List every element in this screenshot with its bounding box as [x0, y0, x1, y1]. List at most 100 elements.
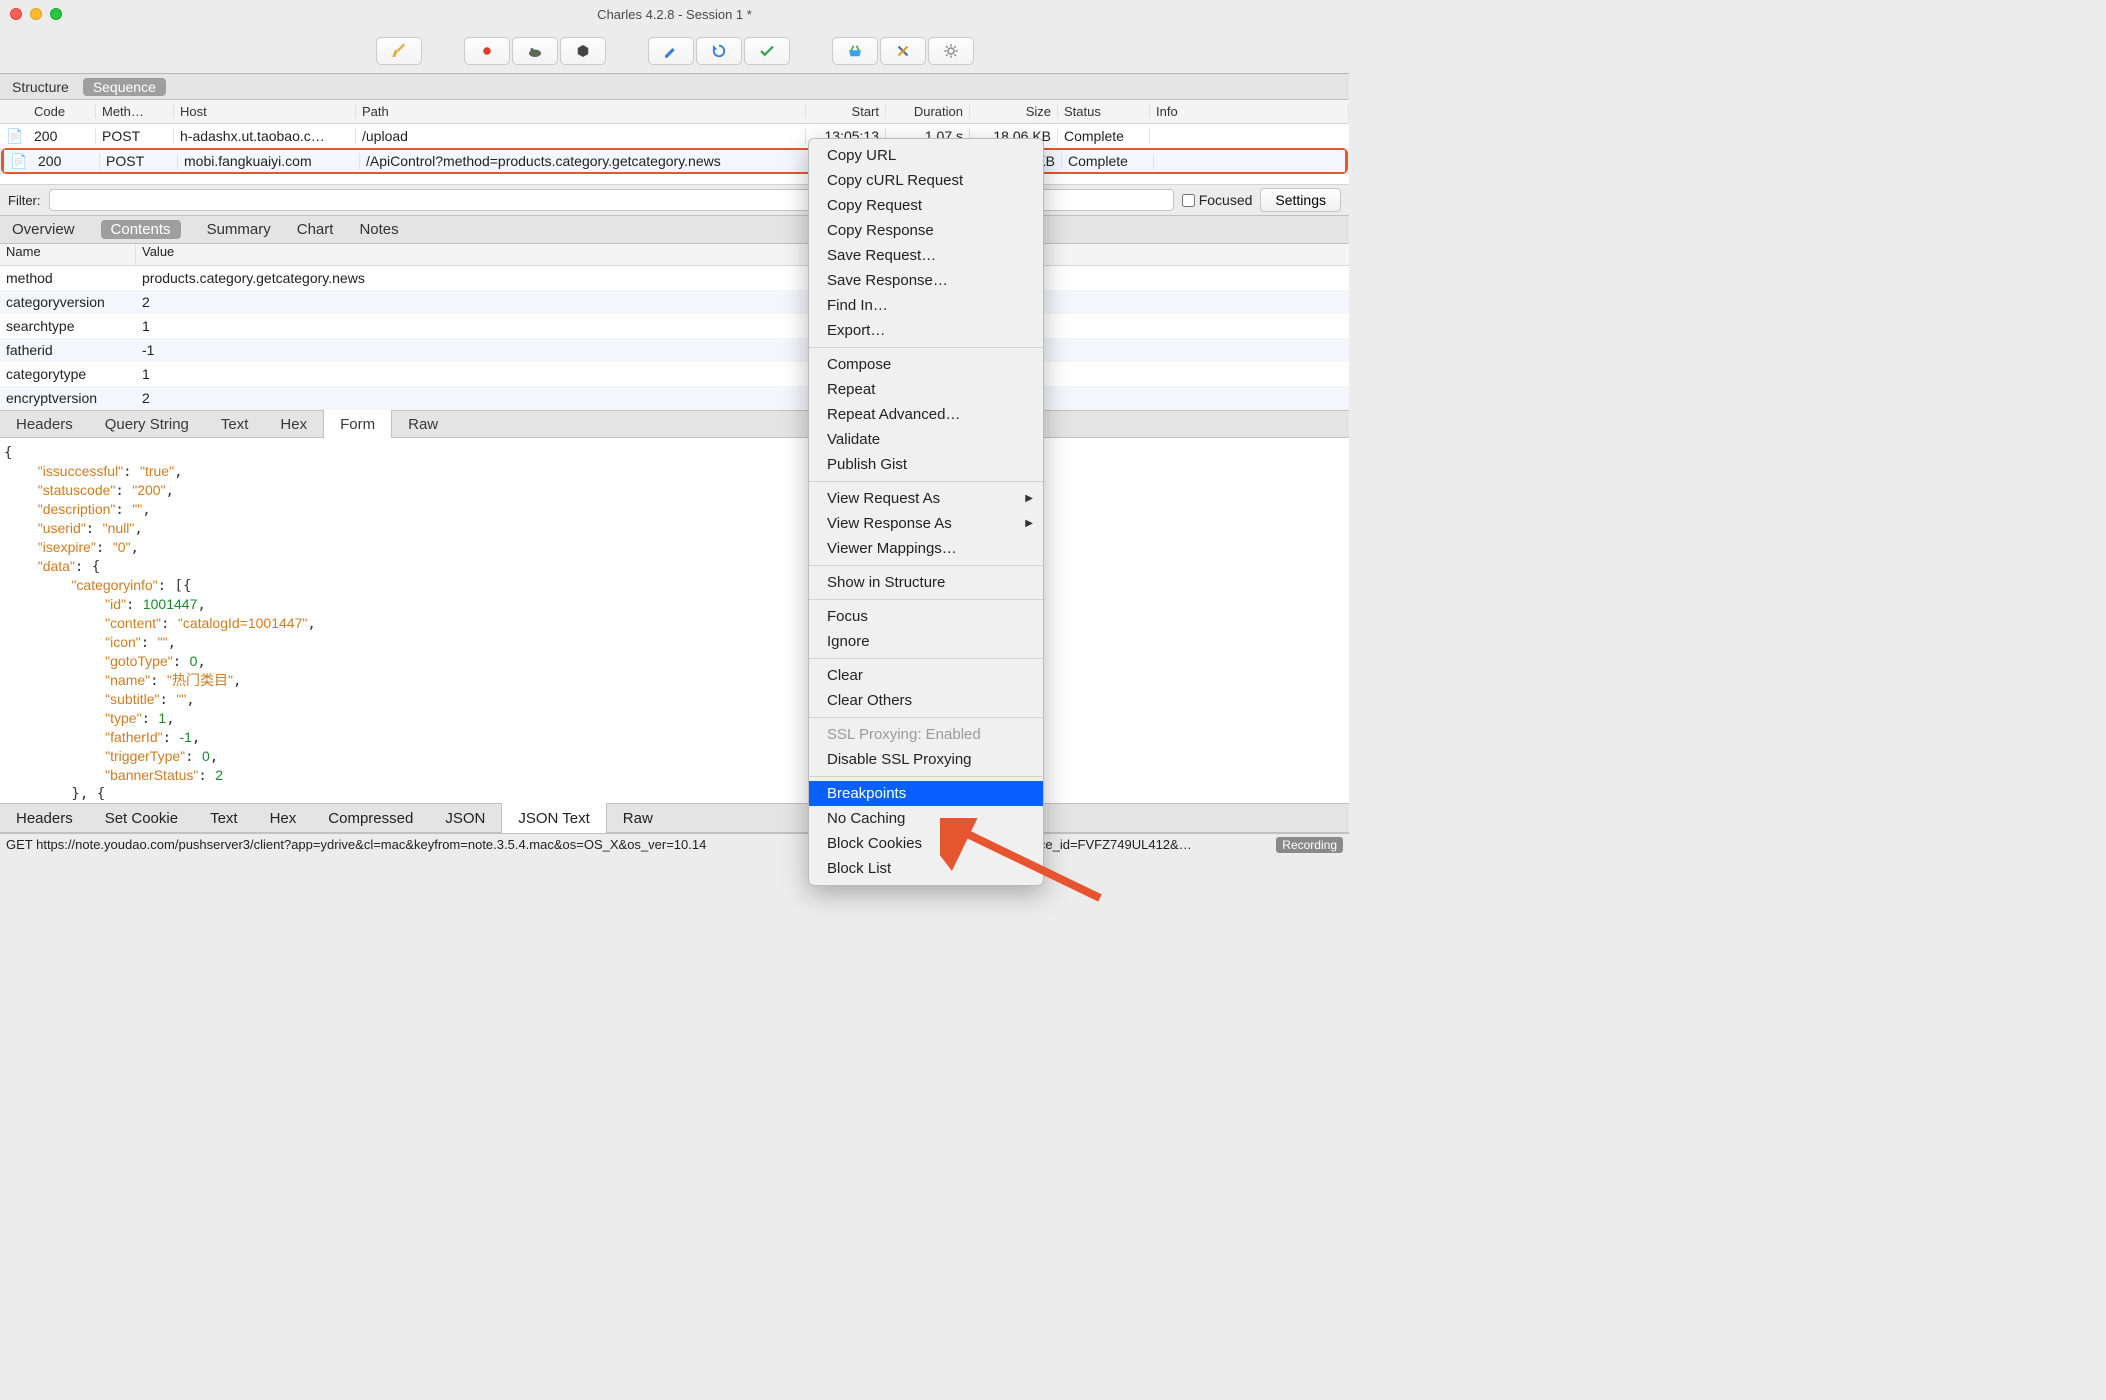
- ctx-export-[interactable]: Export…: [809, 318, 1043, 343]
- ctx-no-caching[interactable]: No Caching: [809, 806, 1043, 831]
- throttle-button[interactable]: [512, 37, 558, 65]
- ctx-block-list[interactable]: Block List: [809, 856, 1043, 881]
- nv-row[interactable]: categoryversion2: [0, 290, 1349, 314]
- col-info[interactable]: Info: [1150, 104, 1349, 119]
- detail-tabs: Overview Contents Summary Chart Notes: [0, 216, 1349, 244]
- ctx-find-in-[interactable]: Find In…: [809, 293, 1043, 318]
- ctx-viewer-mappings-[interactable]: Viewer Mappings…: [809, 536, 1043, 561]
- col-value[interactable]: Value: [136, 244, 1349, 265]
- tab-hex[interactable]: Hex: [264, 416, 323, 433]
- tab-overview[interactable]: Overview: [12, 221, 75, 238]
- minimize-icon[interactable]: [30, 8, 42, 20]
- col-path[interactable]: Path: [356, 104, 806, 119]
- nv-row[interactable]: searchtype1: [0, 314, 1349, 338]
- tab-resp-raw[interactable]: Raw: [607, 810, 669, 827]
- tab-resp-text[interactable]: Text: [194, 810, 254, 827]
- tab-resp-setcookie[interactable]: Set Cookie: [89, 810, 194, 827]
- window-title: Charles 4.2.8 - Session 1 *: [597, 7, 752, 22]
- ctx-copy-url[interactable]: Copy URL: [809, 143, 1043, 168]
- close-icon[interactable]: [10, 8, 22, 20]
- tab-query[interactable]: Query String: [89, 416, 205, 433]
- ctx-repeat-advanced-[interactable]: Repeat Advanced…: [809, 402, 1043, 427]
- tab-notes[interactable]: Notes: [359, 221, 398, 238]
- doc-icon: 📄: [4, 153, 32, 170]
- ctx-focus[interactable]: Focus: [809, 604, 1043, 629]
- tab-contents[interactable]: Contents: [101, 220, 181, 239]
- ctx-validate[interactable]: Validate: [809, 427, 1043, 452]
- col-status[interactable]: Status: [1058, 104, 1150, 119]
- nv-row[interactable]: categorytype1: [0, 362, 1349, 386]
- ctx-clear-others[interactable]: Clear Others: [809, 688, 1043, 713]
- settings-button[interactable]: Settings: [1260, 188, 1341, 212]
- tab-sequence[interactable]: Sequence: [83, 78, 166, 96]
- zoom-icon[interactable]: [50, 8, 62, 20]
- broom-button[interactable]: [376, 37, 422, 65]
- ctx-view-response-as[interactable]: View Response As: [809, 511, 1043, 536]
- repeat-button[interactable]: [696, 37, 742, 65]
- col-name[interactable]: Name: [0, 244, 136, 265]
- ctx-ignore[interactable]: Ignore: [809, 629, 1043, 654]
- filter-label: Filter:: [8, 193, 41, 208]
- tab-chart[interactable]: Chart: [297, 221, 334, 238]
- tab-text[interactable]: Text: [205, 416, 265, 433]
- context-menu: Copy URLCopy cURL RequestCopy RequestCop…: [808, 138, 1044, 886]
- nv-table[interactable]: methodproducts.category.getcategory.news…: [0, 266, 1349, 410]
- tab-structure[interactable]: Structure: [12, 79, 69, 95]
- ctx-publish-gist[interactable]: Publish Gist: [809, 452, 1043, 477]
- tab-headers[interactable]: Headers: [0, 416, 89, 433]
- ctx-show-in-structure[interactable]: Show in Structure: [809, 570, 1043, 595]
- tools-basket-button[interactable]: [832, 37, 878, 65]
- tab-resp-hex[interactable]: Hex: [254, 810, 313, 827]
- ctx-disable-ssl-proxying[interactable]: Disable SSL Proxying: [809, 747, 1043, 772]
- col-duration[interactable]: Duration: [886, 104, 970, 119]
- tab-resp-compressed[interactable]: Compressed: [312, 810, 429, 827]
- table-row[interactable]: 📄 200 POST mobi.fangkuaiyi.com /ApiContr…: [4, 150, 1345, 172]
- status-bar: GET https://note.youdao.com/pushserver3/…: [0, 833, 1349, 855]
- ctx-repeat[interactable]: Repeat: [809, 377, 1043, 402]
- ctx-breakpoints[interactable]: Breakpoints: [809, 781, 1043, 806]
- ctx-clear[interactable]: Clear: [809, 663, 1043, 688]
- ctx-compose[interactable]: Compose: [809, 352, 1043, 377]
- settings-button[interactable]: [928, 37, 974, 65]
- session-table-header: Code Meth… Host Path Start Duration Size…: [0, 100, 1349, 124]
- breakpoint-button[interactable]: [560, 37, 606, 65]
- doc-icon: 📄: [0, 128, 28, 145]
- tab-summary[interactable]: Summary: [207, 221, 271, 238]
- nv-row[interactable]: methodproducts.category.getcategory.news: [0, 266, 1349, 290]
- record-button[interactable]: [464, 37, 510, 65]
- ctx-save-request-[interactable]: Save Request…: [809, 243, 1043, 268]
- nv-row[interactable]: encryptversion2: [0, 386, 1349, 410]
- col-code[interactable]: Code: [28, 104, 96, 119]
- tab-form[interactable]: Form: [323, 410, 392, 438]
- col-host[interactable]: Host: [174, 104, 356, 119]
- col-method[interactable]: Meth…: [96, 104, 174, 119]
- tab-resp-headers[interactable]: Headers: [0, 810, 89, 827]
- col-size[interactable]: Size: [970, 104, 1058, 119]
- ctx-view-request-as[interactable]: View Request As: [809, 486, 1043, 511]
- col-start[interactable]: Start: [806, 104, 886, 119]
- status-url: GET https://note.youdao.com/pushserver3/…: [6, 837, 1276, 852]
- focused-checkbox[interactable]: Focused: [1182, 192, 1253, 208]
- highlighted-row-annotation: 📄 200 POST mobi.fangkuaiyi.com /ApiContr…: [1, 148, 1348, 174]
- request-format-tabs: Headers Query String Text Hex Form Raw: [0, 410, 1349, 438]
- recording-badge[interactable]: Recording: [1276, 837, 1343, 853]
- ctx-copy-response[interactable]: Copy Response: [809, 218, 1043, 243]
- json-text-pane[interactable]: { "issuccessful": "true", "statuscode": …: [0, 438, 1349, 803]
- tab-resp-jsontext[interactable]: JSON Text: [501, 803, 606, 833]
- ctx-copy-curl-request[interactable]: Copy cURL Request: [809, 168, 1043, 193]
- tab-resp-json[interactable]: JSON: [429, 810, 501, 827]
- view-tabs: Structure Sequence: [0, 74, 1349, 100]
- ctx-block-cookies[interactable]: Block Cookies: [809, 831, 1043, 856]
- compose-button[interactable]: [648, 37, 694, 65]
- filter-bar: Filter: Focused Settings: [0, 184, 1349, 216]
- nv-header: Name Value: [0, 244, 1349, 266]
- response-format-tabs: Headers Set Cookie Text Hex Compressed J…: [0, 803, 1349, 833]
- tools-wrench-button[interactable]: [880, 37, 926, 65]
- ctx-save-response-[interactable]: Save Response…: [809, 268, 1043, 293]
- ctx-copy-request[interactable]: Copy Request: [809, 193, 1043, 218]
- table-row[interactable]: 📄 200 POST h-adashx.ut.taobao.c… /upload…: [0, 124, 1349, 148]
- validate-button[interactable]: [744, 37, 790, 65]
- titlebar: Charles 4.2.8 - Session 1 *: [0, 0, 1349, 28]
- tab-raw[interactable]: Raw: [392, 416, 454, 433]
- nv-row[interactable]: fatherid-1: [0, 338, 1349, 362]
